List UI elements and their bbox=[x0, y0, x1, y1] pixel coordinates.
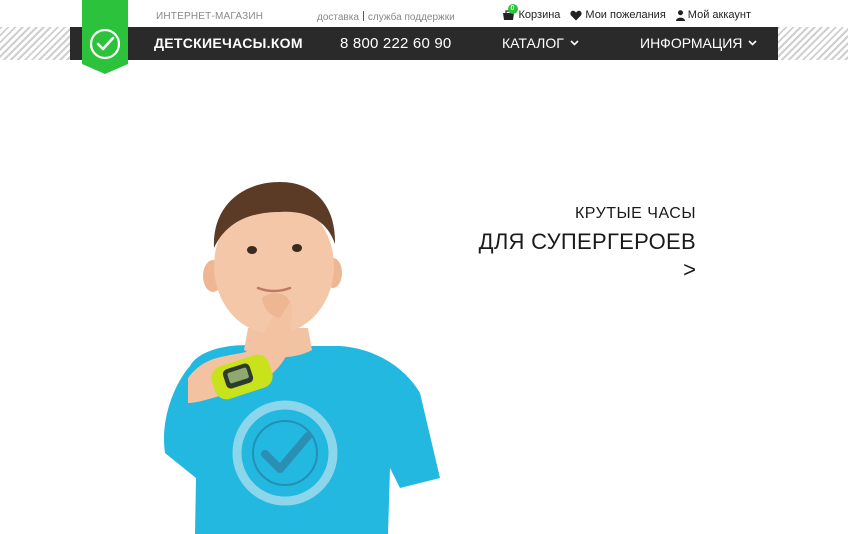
catalog-menu[interactable]: КАТАЛОГ bbox=[502, 35, 579, 51]
support-link[interactable]: служба поддержки bbox=[368, 12, 455, 23]
user-links: 0 Корзина Мои пожелания Мой аккаунт bbox=[502, 4, 751, 21]
stripe-decoration-left bbox=[0, 27, 70, 60]
hero-tagline: КРУТЫЕ ЧАСЫ ДЛЯ СУПЕРГЕРОЕВ > bbox=[479, 205, 696, 283]
delivery-link[interactable]: доставка bbox=[317, 12, 359, 23]
link-divider bbox=[362, 11, 364, 21]
catalog-label: КАТАЛОГ bbox=[502, 35, 564, 51]
hero-subtitle: КРУТЫЕ ЧАСЫ bbox=[574, 205, 696, 222]
account-link[interactable]: Мой аккаунт bbox=[675, 9, 751, 21]
account-label: Мой аккаунт bbox=[687, 9, 751, 21]
hero-child-image bbox=[164, 182, 441, 534]
main-nav: ДЕТСКИЕЧАСЫ.КОМ 8 800 222 60 90 КАТАЛОГ … bbox=[70, 27, 778, 60]
cart-label: Корзина bbox=[518, 9, 561, 21]
cart-icon: 0 bbox=[502, 4, 518, 21]
chevron-down-icon bbox=[748, 40, 757, 46]
wishlist-label: Мои пожелания bbox=[585, 9, 666, 21]
cart-link[interactable]: 0 Корзина bbox=[502, 4, 561, 21]
heart-icon bbox=[570, 10, 582, 20]
stripe-decoration-right bbox=[778, 27, 848, 60]
hero-next-arrow[interactable]: > bbox=[479, 257, 696, 283]
user-icon bbox=[675, 9, 685, 21]
chevron-down-icon bbox=[570, 40, 579, 46]
phone-number[interactable]: 8 800 222 60 90 bbox=[340, 35, 451, 52]
wishlist-link[interactable]: Мои пожелания bbox=[570, 9, 666, 21]
cart-count-badge: 0 bbox=[507, 4, 518, 14]
info-label: ИНФОРМАЦИЯ bbox=[640, 35, 743, 51]
brand-name[interactable]: ДЕТСКИЕЧАСЫ.КОМ bbox=[154, 35, 303, 51]
shop-label: ИНТЕРНЕТ-МАГАЗИН bbox=[156, 11, 264, 22]
hero-title: ДЛЯ СУПЕРГЕРОЕВ bbox=[478, 229, 696, 254]
info-menu[interactable]: ИНФОРМАЦИЯ bbox=[640, 35, 757, 51]
top-links: доставка служба поддержки bbox=[317, 11, 455, 23]
checkmark-logo-icon[interactable] bbox=[82, 0, 128, 74]
